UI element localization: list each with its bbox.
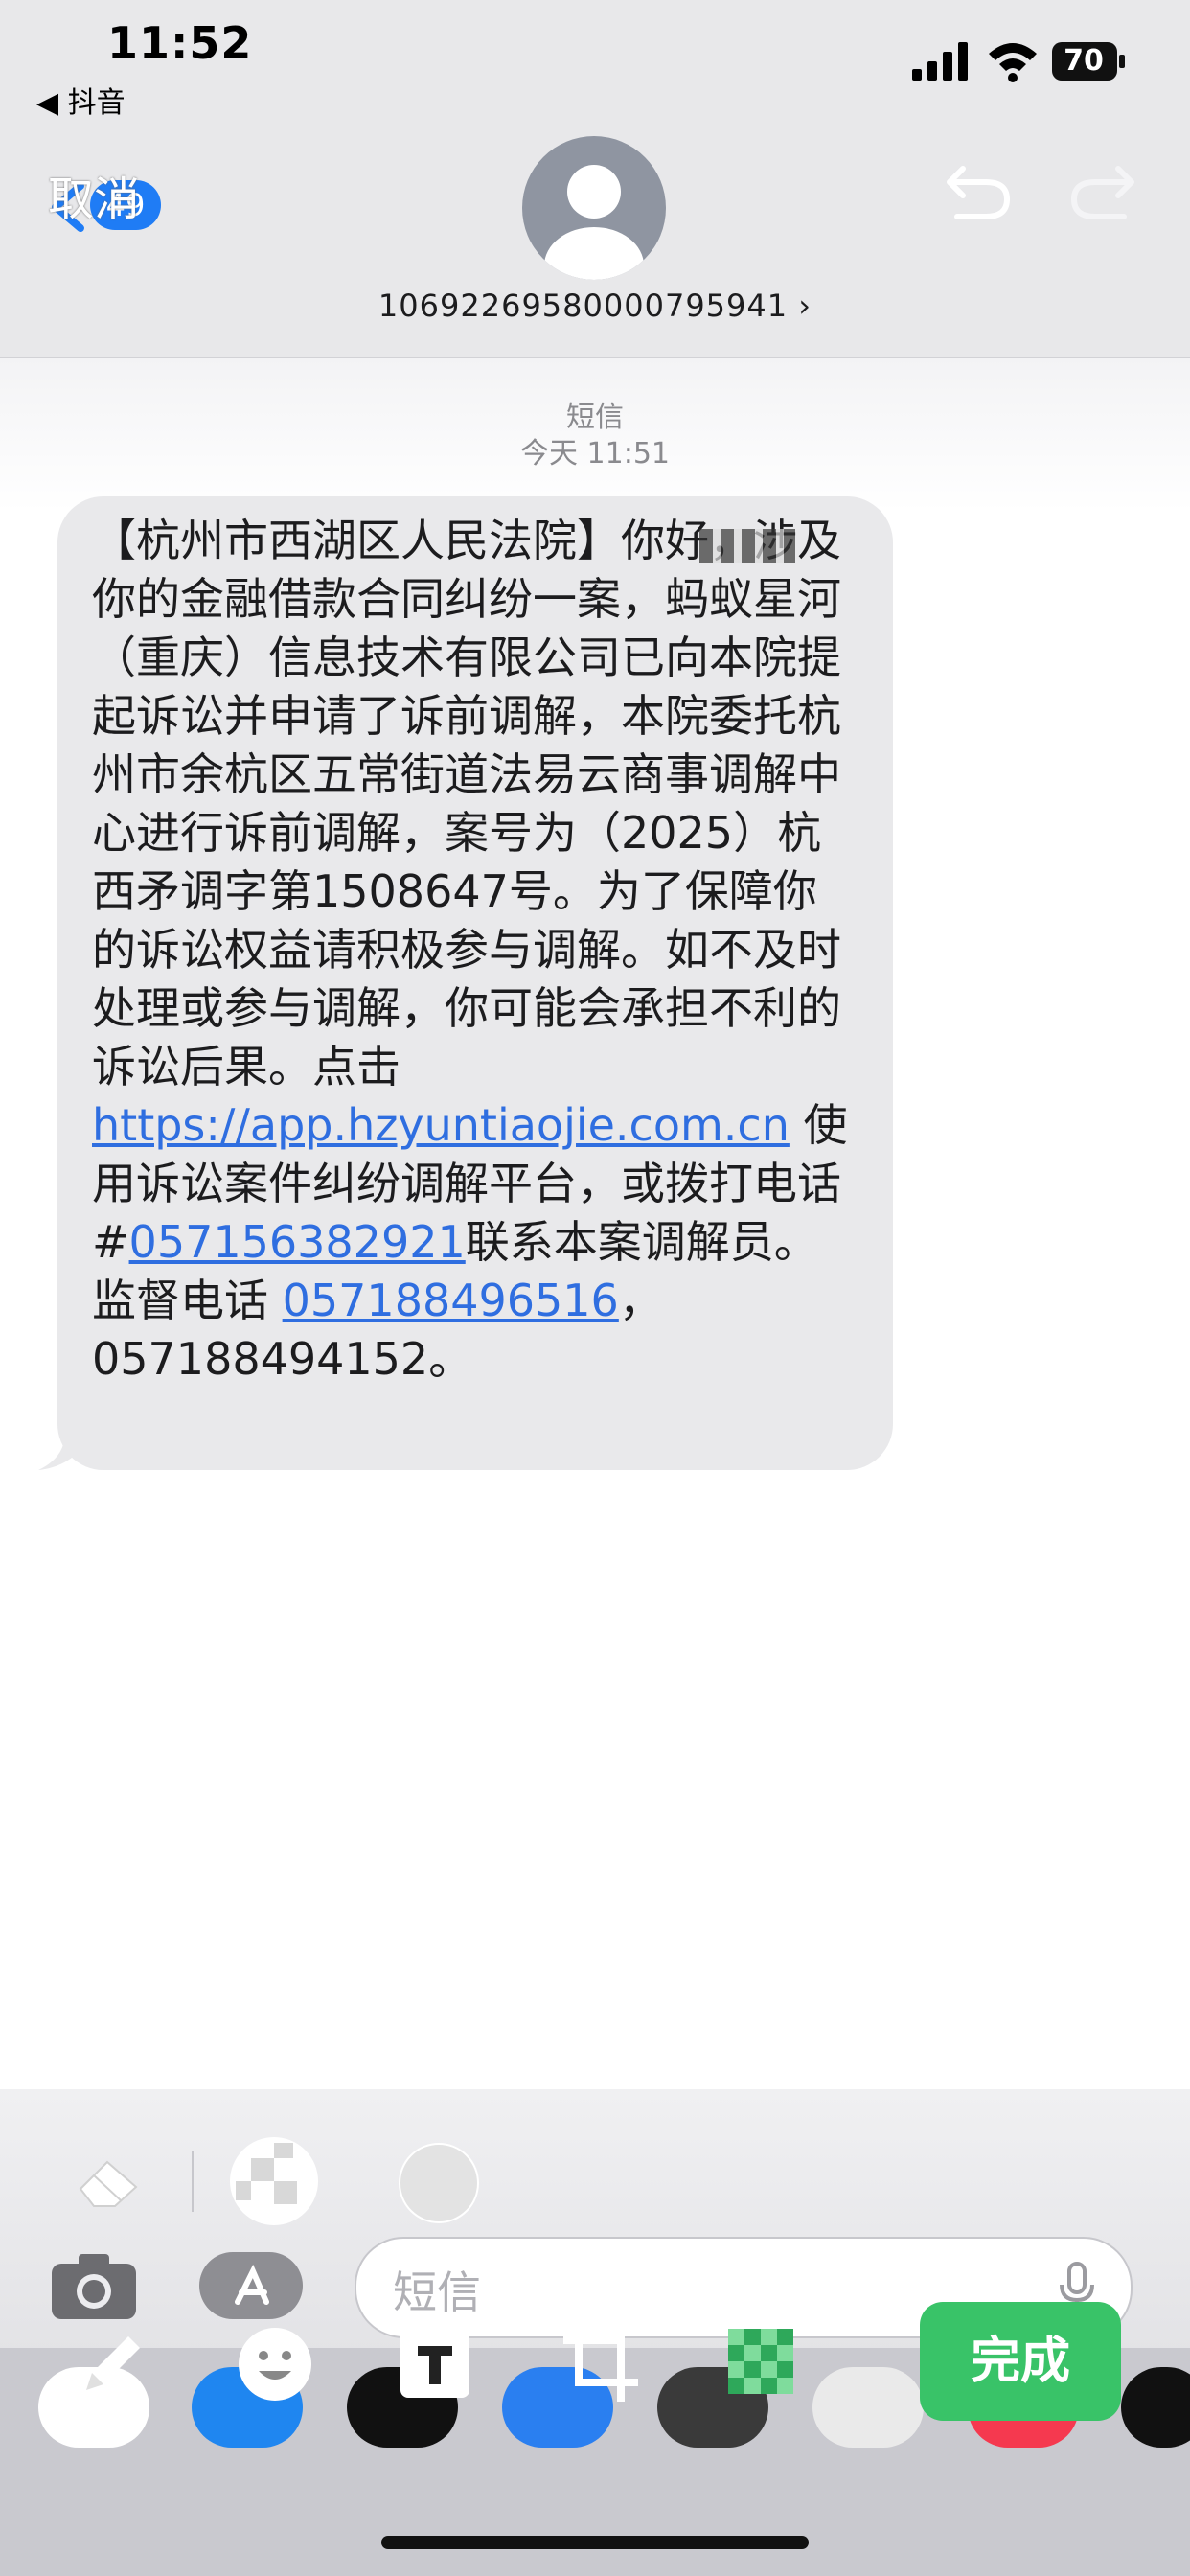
cancel-button[interactable]: 取消 xyxy=(48,161,140,228)
message-text: 【杭州市西湖区人民法院】你好，涉及你的金融借款合同纠纷一案，蚂蚁星河（重庆）信息… xyxy=(92,512,858,1389)
camera-icon[interactable] xyxy=(50,2250,138,2321)
mediator-phone-link[interactable]: 057156382921 xyxy=(129,1216,466,1268)
battery-level: 70 xyxy=(1064,44,1104,78)
avatar[interactable] xyxy=(522,136,666,280)
home-indicator[interactable] xyxy=(381,2536,809,2549)
appstore-icon[interactable] xyxy=(199,2252,303,2319)
crop-icon[interactable] xyxy=(560,2319,640,2405)
eraser-icon[interactable] xyxy=(73,2150,149,2212)
wifi-icon xyxy=(989,43,1037,82)
tool-divider xyxy=(192,2150,194,2212)
memoji-stickers-icon[interactable] xyxy=(812,2367,924,2448)
status-time: 11:52 xyxy=(107,17,253,69)
bubble-tail xyxy=(38,1428,96,1470)
mediation-platform-link[interactable]: https://app.hzyuntiaojie.com.cn xyxy=(92,1099,790,1151)
text-icon[interactable] xyxy=(400,2329,469,2398)
pen-icon[interactable] xyxy=(73,2327,149,2404)
emoji-icon[interactable] xyxy=(236,2325,314,2404)
redo-icon[interactable] xyxy=(1068,161,1137,222)
contact-number[interactable]: 10692269580000795941 › xyxy=(287,288,903,324)
sms-input-placeholder: 短信 xyxy=(393,2266,481,2318)
pixelate-icon[interactable] xyxy=(228,2135,320,2227)
avatar-icon xyxy=(544,165,644,280)
blur-icon[interactable] xyxy=(399,2143,479,2223)
undo-icon[interactable] xyxy=(944,161,1013,222)
supervision-phone-link[interactable]: 057188496516 xyxy=(283,1275,619,1326)
back-to-app-link[interactable]: ◀ 抖音 xyxy=(36,79,126,121)
redacted-name xyxy=(699,529,795,564)
signal-icon xyxy=(912,42,968,80)
message-sender-tag: 【杭州市西湖区人民法院】 xyxy=(92,515,621,566)
message-body-1: 你好，涉及你的金融借款合同纠纷一案，蚂蚁星河（重庆）信息技术有限公司已向本院提起… xyxy=(92,515,841,1092)
done-button[interactable]: 完成 xyxy=(920,2302,1121,2421)
mosaic-icon[interactable] xyxy=(728,2329,793,2394)
message-timestamp: 今天 11:51 xyxy=(520,437,670,471)
